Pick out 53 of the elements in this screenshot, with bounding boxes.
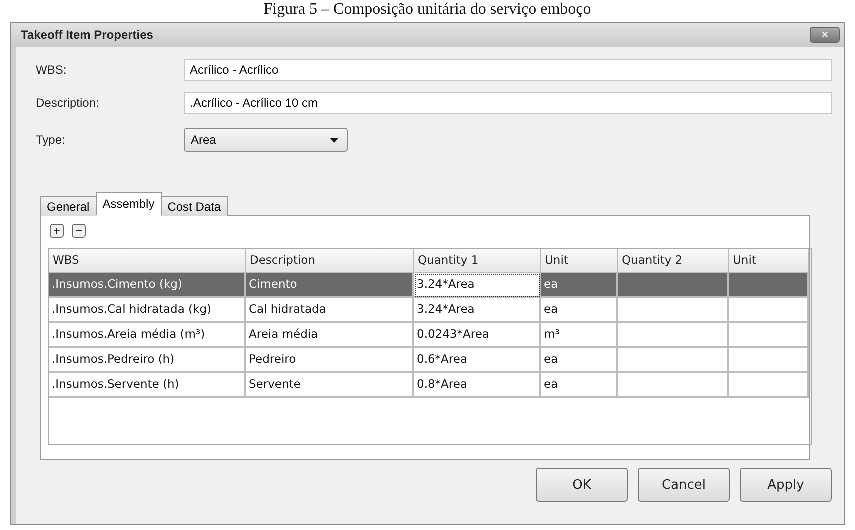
- ok-button[interactable]: OK: [536, 468, 628, 502]
- table-cell[interactable]: .Insumos.Pedreiro (h): [49, 348, 246, 373]
- tab[interactable]: Cost Data: [160, 196, 228, 216]
- table-cell[interactable]: 0.0243*Area: [414, 323, 541, 348]
- table-cell[interactable]: [729, 348, 809, 373]
- column-header[interactable]: WBS: [49, 249, 246, 273]
- apply-button[interactable]: Apply: [740, 468, 832, 502]
- table-cell[interactable]: [729, 273, 809, 298]
- column-header[interactable]: Unit: [729, 249, 809, 273]
- column-header[interactable]: Quantity 1: [414, 249, 541, 273]
- remove-button[interactable]: −: [72, 224, 86, 238]
- tab[interactable]: Assembly: [96, 192, 162, 216]
- text-field[interactable]: Acrílico - Acrílico: [184, 58, 832, 80]
- table-cell[interactable]: 3.24*Area: [414, 273, 541, 298]
- table-cell[interactable]: [729, 298, 809, 323]
- column-header[interactable]: Quantity 2: [618, 249, 729, 273]
- text-field[interactable]: .Acrílico - Acrílico 10 cm: [184, 92, 832, 114]
- table-cell[interactable]: [729, 373, 809, 398]
- figure-caption: Figura 5 – Composição unitária do serviço emboço: [264, 0, 592, 20]
- cancel-button[interactable]: Cancel: [638, 468, 730, 502]
- table-cell[interactable]: Cal hidratada: [246, 298, 414, 323]
- field-label: Type:: [35, 133, 66, 147]
- table-cell[interactable]: Servente: [246, 373, 414, 398]
- table-cell[interactable]: .Insumos.Servente (h): [49, 373, 246, 398]
- tab[interactable]: General: [40, 196, 97, 216]
- table-cell[interactable]: .Insumos.Cimento (kg): [49, 273, 246, 298]
- table-cell[interactable]: ea: [541, 298, 618, 323]
- table-cell[interactable]: ea: [541, 348, 618, 373]
- table-cell[interactable]: [729, 323, 809, 348]
- table-cell[interactable]: 3.24*Area: [414, 298, 541, 323]
- table-cell[interactable]: 0.6*Area: [414, 348, 541, 373]
- table-cell[interactable]: [618, 348, 729, 373]
- field-label: WBS:: [35, 62, 68, 76]
- table-cell[interactable]: [618, 373, 729, 398]
- table-cell[interactable]: [618, 298, 729, 323]
- window-title: Takeoff Item Properties: [21, 28, 154, 42]
- table-cell[interactable]: [618, 323, 729, 348]
- table-cell[interactable]: ea: [541, 373, 618, 398]
- table-cell[interactable]: Cimento: [246, 273, 414, 298]
- table-cell[interactable]: [618, 273, 729, 298]
- table-cell[interactable]: 0.8*Area: [414, 373, 541, 398]
- field-label: Description:: [35, 96, 100, 110]
- table-cell[interactable]: .Insumos.Cal hidratada (kg): [49, 298, 246, 323]
- table-cell[interactable]: m³: [541, 323, 618, 348]
- type-dropdown[interactable]: Area: [184, 128, 348, 152]
- table-cell[interactable]: .Insumos.Areia média (m³): [49, 323, 246, 348]
- table-cell[interactable]: Pedreiro: [246, 348, 414, 373]
- table-cell[interactable]: Areia média: [246, 323, 414, 348]
- column-header[interactable]: Unit: [541, 249, 618, 273]
- caret-icon: [330, 138, 339, 142]
- add-button[interactable]: +: [50, 224, 64, 238]
- table-cell[interactable]: ea: [541, 273, 618, 298]
- column-header[interactable]: Description: [246, 249, 414, 273]
